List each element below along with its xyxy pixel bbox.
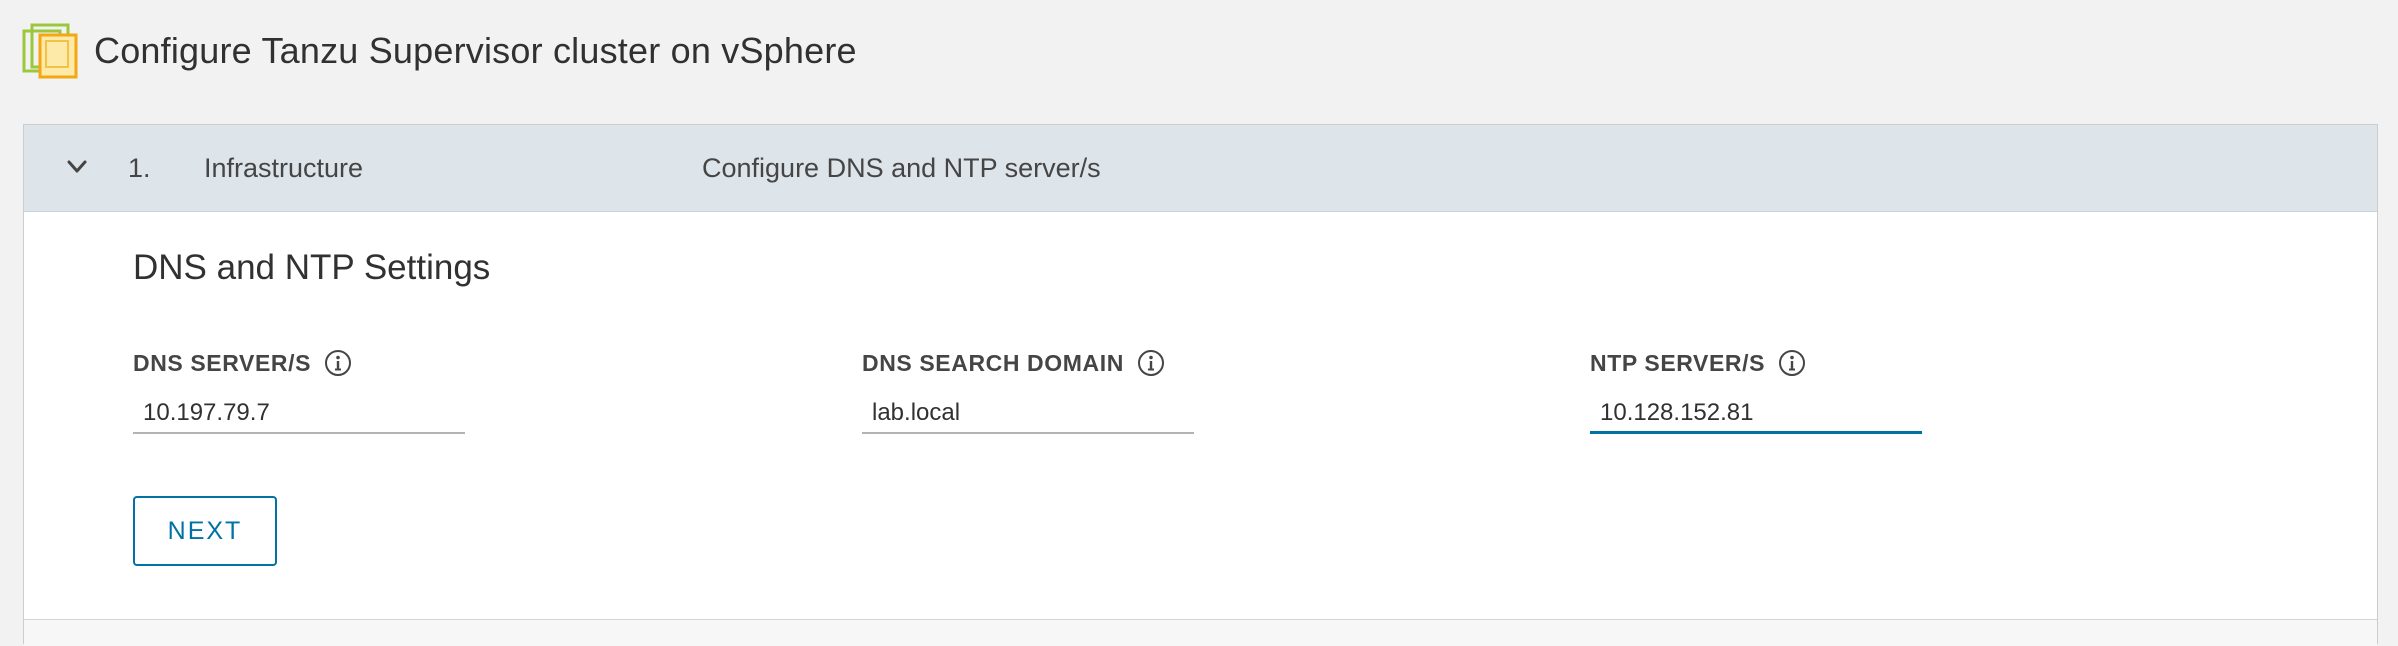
step-description: Configure DNS and NTP server/s xyxy=(702,152,1101,183)
vsphere-logo-icon xyxy=(22,23,78,79)
next-button[interactable]: NEXT xyxy=(133,496,277,566)
step-header-infrastructure[interactable]: 1. Infrastructure Configure DNS and NTP … xyxy=(24,125,2377,212)
dns-server-label: DNS SERVER/S xyxy=(133,349,312,376)
info-icon[interactable] xyxy=(1136,348,1166,378)
info-icon[interactable] xyxy=(1777,348,1807,378)
ntp-server-label: NTP SERVER/S xyxy=(1590,349,1766,376)
next-step-header[interactable] xyxy=(24,619,2377,646)
dns-server-input[interactable] xyxy=(133,394,465,434)
step-name: Infrastructure xyxy=(204,152,364,183)
dns-search-domain-input[interactable] xyxy=(862,394,1194,434)
page-title: Configure Tanzu Supervisor cluster on vS… xyxy=(94,30,857,71)
info-icon[interactable] xyxy=(323,348,353,378)
wizard-panel: 1. Infrastructure Configure DNS and NTP … xyxy=(23,124,2378,646)
dns-server-field: DNS SERVER/S xyxy=(133,346,465,434)
dns-search-domain-field: DNS SEARCH DOMAIN xyxy=(862,346,1194,434)
section-title: DNS and NTP Settings xyxy=(133,248,491,287)
step-number: 1. xyxy=(128,152,151,183)
app-header: Configure Tanzu Supervisor cluster on vS… xyxy=(22,20,857,82)
dns-search-domain-label: DNS SEARCH DOMAIN xyxy=(862,349,1124,376)
ntp-server-input[interactable] xyxy=(1590,394,1922,434)
chevron-down-icon[interactable] xyxy=(62,152,92,182)
ntp-server-field: NTP SERVER/S xyxy=(1590,346,1922,434)
